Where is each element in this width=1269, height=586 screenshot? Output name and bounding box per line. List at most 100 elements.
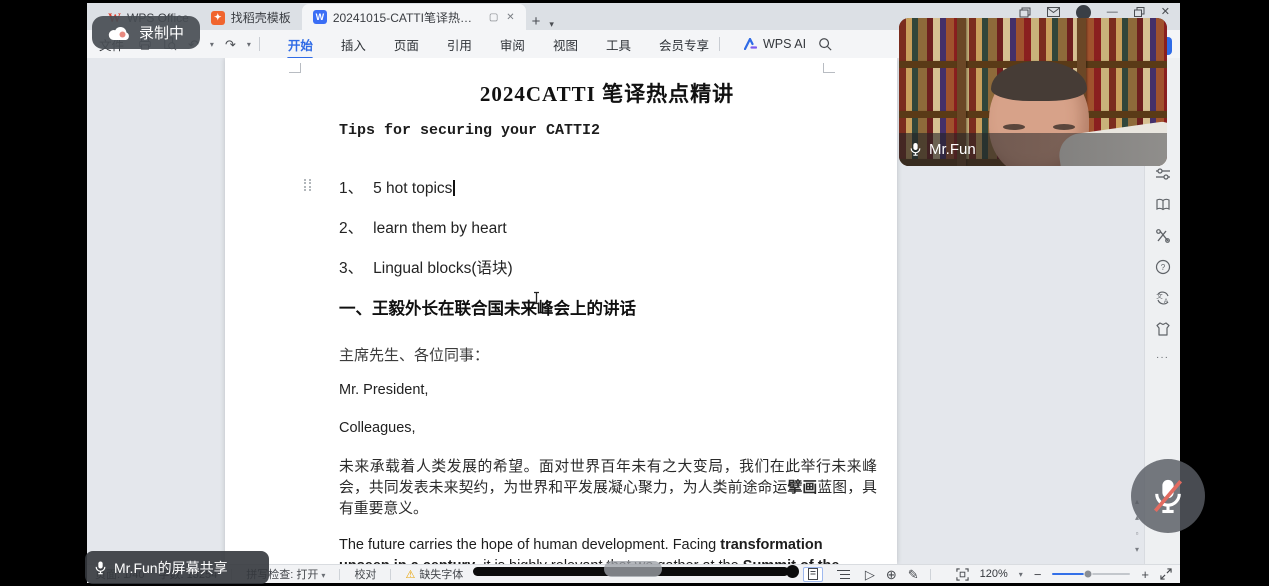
unmute-button[interactable] xyxy=(1131,459,1205,533)
translate-icon[interactable]: 文A xyxy=(1155,290,1171,306)
tab-current-document[interactable]: W 20241015-CATTI笔译热点精讲 ▢ ✕ xyxy=(302,4,526,30)
fit-page-icon[interactable] xyxy=(956,568,969,581)
tab-label: 20241015-CATTI笔译热点精讲 xyxy=(333,9,481,26)
view-and-zoom-controls: ▷ ⊕ ✎ 120% ▾ − + xyxy=(803,567,1172,582)
participant-video[interactable]: Mr.Fun xyxy=(899,18,1167,166)
salutation-en-president: Mr. President, xyxy=(339,382,428,398)
tab-options-icon[interactable]: ▢ xyxy=(489,12,498,23)
tools-icon[interactable] xyxy=(1155,228,1171,244)
ribbon-tab-reference[interactable]: 引用 xyxy=(445,30,474,59)
margin-mark-right xyxy=(823,63,835,73)
zoom-slider[interactable] xyxy=(1052,573,1130,575)
zoom-dropdown-icon[interactable]: ▾ xyxy=(1019,570,1023,579)
recording-label: 录制中 xyxy=(139,22,184,43)
ribbon-tab-view[interactable]: 视图 xyxy=(551,30,580,59)
divider xyxy=(719,37,720,51)
zoom-slider-knob[interactable] xyxy=(1083,570,1092,579)
video-name-label: Mr.Fun xyxy=(899,133,1167,166)
select-browse-object-icon[interactable]: ▫ xyxy=(1136,529,1139,538)
page-view-icon[interactable] xyxy=(803,567,823,582)
list-item-number: 3、 xyxy=(339,260,363,277)
fullscreen-icon[interactable] xyxy=(1160,568,1172,580)
cloud-recording-icon xyxy=(108,25,131,41)
chevron-down-icon: ▾ xyxy=(321,571,325,580)
margin-mark-left xyxy=(289,63,301,73)
ribbon-tab-review[interactable]: 审阅 xyxy=(498,30,527,59)
docer-icon: ✦ xyxy=(211,11,225,25)
proofread-button[interactable]: 校对 xyxy=(354,566,376,582)
text-caret xyxy=(453,180,455,196)
help-icon[interactable]: ? xyxy=(1155,259,1171,275)
list-item-text: learn them by heart xyxy=(373,220,507,237)
tab-list-dropdown-icon[interactable]: ▾ xyxy=(546,19,557,30)
screen-share-indicator: Mr.Fun的屏幕共享 xyxy=(85,551,269,584)
reading-notes-icon[interactable] xyxy=(1155,197,1171,213)
tab-close-icon[interactable]: ✕ xyxy=(506,12,514,23)
section-heading: 一、王毅外长在联合国未来峰会上的讲话 xyxy=(339,295,636,319)
undo-dropdown-icon[interactable]: ▾ xyxy=(210,40,214,49)
paragraph-drag-handle-icon[interactable] xyxy=(302,178,312,192)
list-item: 3、 Lingual blocks(语块) xyxy=(339,256,513,278)
microphone-icon xyxy=(909,142,922,157)
word-doc-icon: W xyxy=(313,10,327,24)
share-label: Mr.Fun的屏幕共享 xyxy=(114,558,228,578)
outline-view-icon[interactable] xyxy=(834,567,854,582)
ribbon-tab-insert[interactable]: 插入 xyxy=(339,30,368,59)
divider xyxy=(339,569,340,580)
microphone-icon xyxy=(94,560,107,576)
wps-ai-icon xyxy=(744,38,757,50)
list-item-text: 5 hot topics xyxy=(373,180,452,197)
restore-icon[interactable] xyxy=(1134,7,1145,17)
web-layout-globe-icon[interactable]: ⊕ xyxy=(886,568,897,581)
next-page-icon[interactable]: ▾ xyxy=(1135,545,1139,554)
missing-font-warning[interactable]: ⚠缺失字体 xyxy=(405,566,463,582)
new-tab-button[interactable]: + xyxy=(526,13,547,30)
zoom-out-button[interactable]: − xyxy=(1034,568,1042,581)
minimize-icon[interactable]: — xyxy=(1107,7,1118,18)
salutation-cn: 主席先生、各位同事： xyxy=(339,344,489,365)
page-indicator-bubble xyxy=(604,561,662,577)
paragraph-english: The future carries the hope of human dev… xyxy=(339,535,861,564)
zoom-level[interactable]: 120% xyxy=(980,568,1008,580)
ribbon-tab-page[interactable]: 页面 xyxy=(392,30,421,59)
recording-indicator: 录制中 xyxy=(92,16,200,49)
floating-control-knob[interactable] xyxy=(786,565,799,578)
document-subtitle: Tips for securing your CATTI2 xyxy=(339,122,600,139)
mail-icon[interactable] xyxy=(1047,7,1060,17)
document-title: 2024CATTI 笔译热点精讲 xyxy=(339,78,875,108)
zoom-in-button[interactable]: + xyxy=(1141,568,1149,581)
list-item-number: 1、 xyxy=(339,180,363,197)
participant-name: Mr.Fun xyxy=(929,141,976,158)
wps-ai-label: WPS AI xyxy=(763,37,806,51)
ribbon-tab-member[interactable]: 会员专享 xyxy=(657,30,711,59)
tab-label: 找稻壳模板 xyxy=(231,9,291,26)
skin-theme-icon[interactable] xyxy=(1155,321,1171,337)
presentation-play-icon[interactable]: ▷ xyxy=(865,568,875,581)
warning-icon: ⚠ xyxy=(405,569,415,581)
ribbon-tab-home[interactable]: 开始 xyxy=(286,30,315,59)
list-item: 2、learn them by heart xyxy=(339,216,507,238)
ribbon-tabs: 开始 插入 页面 引用 审阅 视图 工具 会员专享 xyxy=(286,30,711,59)
close-icon[interactable]: ✕ xyxy=(1161,7,1170,18)
salutation-en-colleagues: Colleagues, xyxy=(339,420,416,436)
divider xyxy=(390,569,391,580)
meeting-shared-screen: W WPS Office ✦ 找稻壳模板 W 20241015-CATTI笔译热… xyxy=(0,0,1269,586)
sidebar-more-icon[interactable]: ··· xyxy=(1156,352,1169,363)
wps-ai-button[interactable]: WPS AI xyxy=(744,37,806,51)
svg-text:?: ? xyxy=(1160,263,1165,272)
redo-icon[interactable]: ↷ xyxy=(225,38,236,51)
paragraph-chinese: 未来承载着人类发展的希望。面对世界百年未有之大变局，我们在此举行未来峰会，共同发… xyxy=(339,457,877,520)
search-icon[interactable] xyxy=(818,37,832,51)
ink-pen-icon[interactable]: ✎ xyxy=(908,568,919,581)
list-item-text: Lingual blocks(语块) xyxy=(373,260,513,277)
tab-docer-templates[interactable]: ✦ 找稻壳模板 xyxy=(200,5,302,30)
document-page[interactable]: 2024CATTI 笔译热点精讲 Tips for securing your … xyxy=(225,58,897,564)
divider xyxy=(259,37,260,51)
tabs-stack-icon[interactable] xyxy=(1019,7,1031,18)
list-item: 1、 5 hot topics xyxy=(339,176,455,198)
qat-customize-icon[interactable]: ▾ xyxy=(247,40,251,49)
divider xyxy=(930,569,931,580)
svg-text:A: A xyxy=(1163,298,1168,305)
ribbon-tab-tools[interactable]: 工具 xyxy=(604,30,633,59)
properties-tune-icon[interactable] xyxy=(1155,166,1171,182)
